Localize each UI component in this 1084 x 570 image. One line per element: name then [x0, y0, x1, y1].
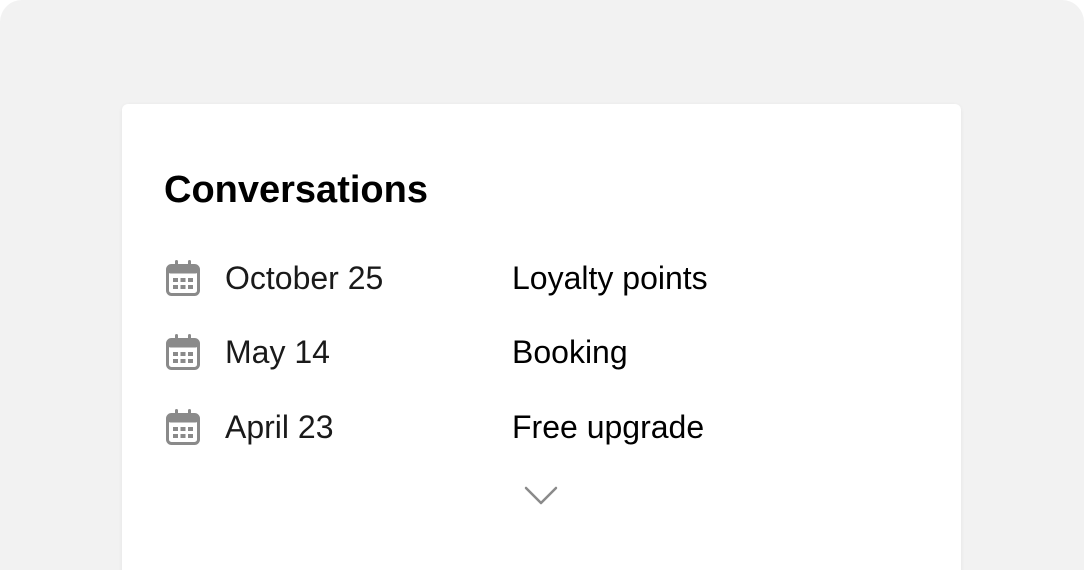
conversation-row[interactable]: October 25 Loyalty points [164, 258, 924, 298]
conversation-row[interactable]: April 23 Free upgrade [164, 407, 924, 447]
calendar-icon [166, 334, 200, 370]
conversations-card: Conversations October 25 Loyalty points [122, 104, 961, 570]
calendar-icon [166, 260, 200, 296]
conversation-row[interactable]: May 14 Booking [164, 332, 924, 372]
conversation-topic: Free upgrade [512, 409, 705, 445]
chevron-down-icon[interactable] [523, 484, 559, 508]
app-background: Conversations October 25 Loyalty points [0, 0, 1084, 570]
conversation-date: October 25 [225, 260, 384, 296]
conversation-topic: Booking [512, 334, 628, 370]
calendar-icon [166, 409, 200, 445]
conversation-date: April 23 [225, 409, 334, 445]
card-title: Conversations [164, 169, 428, 211]
conversation-date: May 14 [225, 334, 330, 370]
conversation-topic: Loyalty points [512, 260, 708, 296]
